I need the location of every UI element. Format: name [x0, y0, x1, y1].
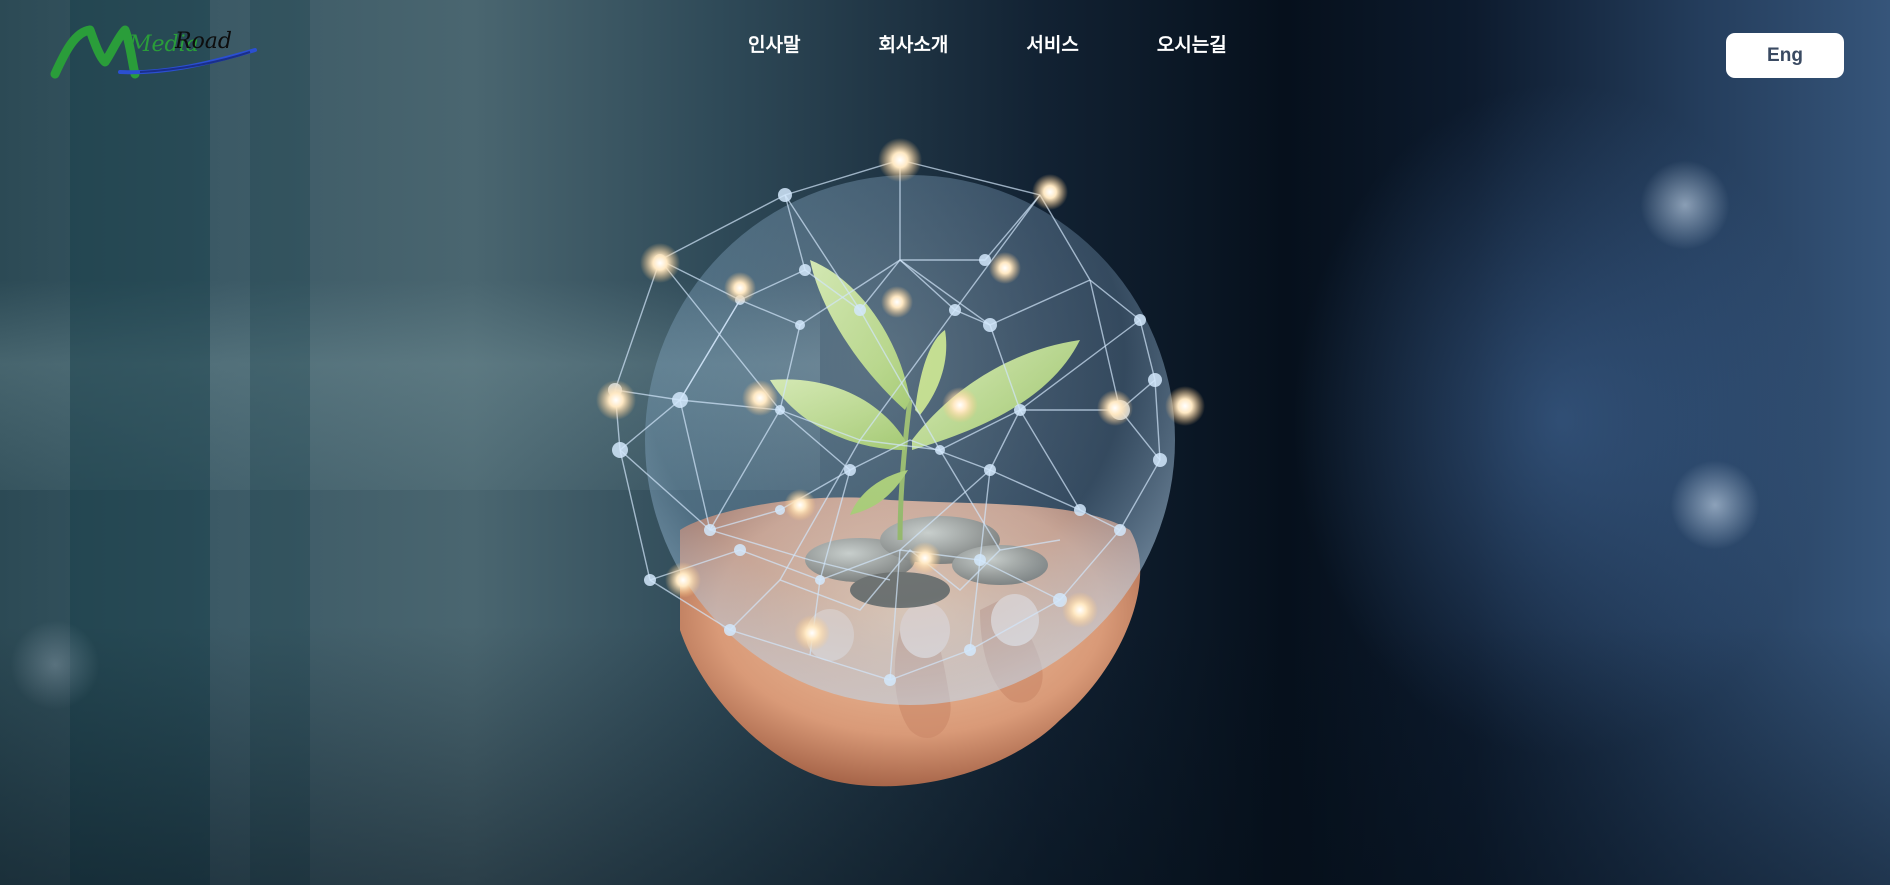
nav-item-greeting[interactable]: 인사말	[748, 30, 800, 57]
logo-text-road: Road	[175, 29, 233, 54]
language-toggle-button[interactable]: Eng	[1726, 33, 1844, 78]
hero-image	[560, 110, 1240, 830]
background-bokeh	[1670, 460, 1760, 550]
background-bokeh	[1640, 160, 1730, 250]
page: Media Road 인사말 회사소개 서비스 오시는길 Eng	[0, 0, 1890, 885]
main-nav: 인사말 회사소개 서비스 오시는길	[748, 30, 1227, 57]
nav-item-services[interactable]: 서비스	[1026, 30, 1078, 57]
logo[interactable]: Media Road	[50, 22, 260, 82]
nav-item-directions[interactable]: 오시는길	[1157, 30, 1227, 57]
hero-illustration	[596, 138, 1205, 787]
site-header: Media Road 인사말 회사소개 서비스 오시는길 Eng	[0, 0, 1890, 110]
nav-item-about[interactable]: 회사소개	[878, 30, 948, 57]
